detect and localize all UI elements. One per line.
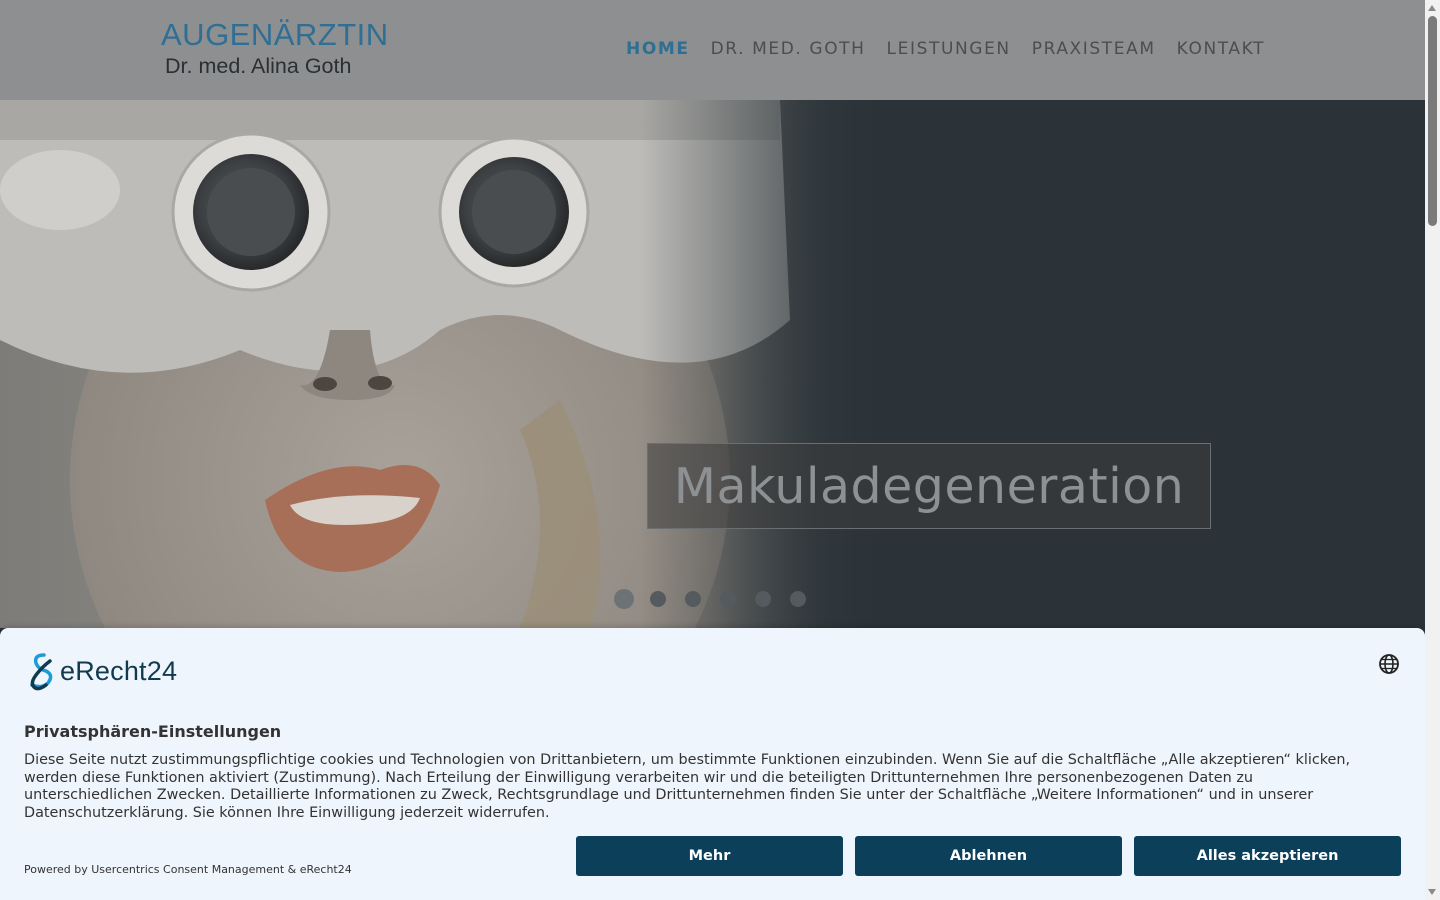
- nav-item-dr-med-goth[interactable]: DR. MED. GOTH: [711, 38, 866, 60]
- slide-caption-box: Makuladegeneration: [647, 443, 1211, 529]
- logo-title: AUGENÄRZTIN: [161, 17, 389, 52]
- slider-dots: [614, 589, 825, 609]
- slider-dot-5[interactable]: [755, 591, 771, 607]
- nav-item-home[interactable]: HOME: [626, 38, 690, 60]
- slider-dot-1[interactable]: [614, 589, 634, 609]
- brand-name: eRecht24: [60, 655, 178, 686]
- accept-all-button[interactable]: Alles akzeptieren: [1134, 836, 1401, 876]
- hero-image: [0, 100, 1425, 628]
- nav-item-leistungen[interactable]: LEISTUNGEN: [887, 38, 1011, 60]
- consent-description: Diese Seite nutzt zustimmungspflichtige …: [24, 752, 1351, 821]
- powered-by-text: Powered by Usercentrics Consent Manageme…: [24, 863, 352, 876]
- scroll-down-arrow-icon[interactable]: [1428, 889, 1436, 895]
- page-scrollbar[interactable]: [1425, 0, 1440, 900]
- scrollbar-thumb[interactable]: [1428, 16, 1437, 226]
- main-nav: HOME DR. MED. GOTH LEISTUNGEN PRAXISTEAM…: [626, 38, 1286, 60]
- globe-icon[interactable]: [1378, 653, 1400, 675]
- logo[interactable]: AUGENÄRZTIN Dr. med. Alina Goth: [161, 18, 401, 80]
- hero-slider: Makuladegeneration: [0, 100, 1425, 628]
- slider-dot-2[interactable]: [650, 591, 666, 607]
- slider-dot-4[interactable]: [720, 591, 736, 607]
- decline-button[interactable]: Ablehnen: [855, 836, 1122, 876]
- slide-caption: Makuladegeneration: [673, 457, 1185, 515]
- erecht24-logo: eRecht24: [24, 650, 177, 692]
- scroll-up-arrow-icon[interactable]: [1428, 5, 1436, 11]
- slider-dot-6[interactable]: [790, 591, 806, 607]
- logo-subtitle: Dr. med. Alina Goth: [165, 54, 352, 78]
- consent-banner: eRecht24 Privatsphären-Einstellungen Die…: [0, 628, 1425, 900]
- site-header: AUGENÄRZTIN Dr. med. Alina Goth HOME DR.…: [0, 0, 1425, 100]
- slider-dot-3[interactable]: [685, 591, 701, 607]
- consent-title: Privatsphären-Einstellungen: [24, 722, 282, 741]
- more-button[interactable]: Mehr: [576, 836, 843, 876]
- nav-item-praxisteam[interactable]: PRAXISTEAM: [1032, 38, 1156, 60]
- erecht24-logo-icon: [30, 653, 53, 691]
- nav-item-kontakt[interactable]: KONTAKT: [1177, 38, 1265, 60]
